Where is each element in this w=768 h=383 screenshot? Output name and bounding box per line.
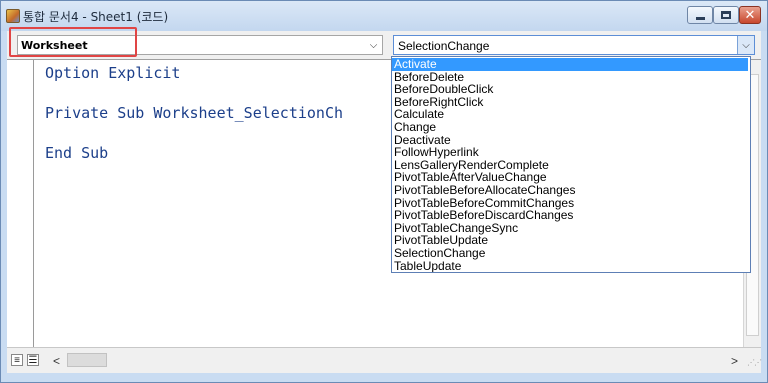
dropdown-item[interactable]: Calculate <box>392 108 748 121</box>
vba-module-icon <box>6 9 20 23</box>
chevron-down-icon[interactable]: ⌵ <box>365 36 382 54</box>
procedure-combo[interactable]: SelectionChange ⌵ <box>393 35 755 55</box>
editor-margin[interactable] <box>7 60 34 348</box>
scroll-left-icon[interactable]: < <box>53 354 60 368</box>
resize-grip-icon[interactable]: ⋰⋰ <box>747 358 762 367</box>
chevron-down-icon[interactable]: ⌵ <box>737 36 754 54</box>
dropdown-item[interactable]: TableUpdate <box>392 259 748 272</box>
minimize-icon <box>695 16 705 20</box>
editor-bottom-bar: ≡ ☰ < > ⋰⋰ <box>7 347 762 373</box>
dropdown-item[interactable]: SelectionChange <box>392 247 748 260</box>
scroll-right-icon[interactable]: > <box>731 354 738 368</box>
full-module-view-icon[interactable]: ☰ <box>27 354 39 366</box>
close-button[interactable]: ✕ <box>739 6 761 24</box>
code-line-sub-declaration[interactable]: Private Sub Worksheet_SelectionCh <box>45 104 343 122</box>
dropdown-item[interactable]: BeforeRightClick <box>392 96 748 109</box>
dropdown-item[interactable]: Change <box>392 121 748 134</box>
dropdown-scrollbar[interactable] <box>748 57 750 272</box>
procedure-view-icon[interactable]: ≡ <box>11 354 23 366</box>
maximize-icon <box>721 11 731 19</box>
vba-code-window: 통합 문서4 - Sheet1 (코드) ✕ Worksheet ⌵ Selec… <box>0 0 768 383</box>
code-line-end-sub[interactable]: End Sub <box>45 144 108 162</box>
window-title: 통합 문서4 - Sheet1 (코드) <box>23 10 169 24</box>
maximize-button[interactable] <box>713 6 739 24</box>
procedure-dropdown-list[interactable]: Activate BeforeDelete BeforeDoubleClick Bef… <box>391 56 751 273</box>
dropdown-item[interactable]: Activate <box>392 58 748 71</box>
dropdown-item[interactable]: BeforeDoubleClick <box>392 83 748 96</box>
code-line-option-explicit[interactable]: Option Explicit <box>45 64 180 82</box>
dropdown-item[interactable]: PivotTableBeforeAllocateChanges <box>392 184 748 197</box>
close-icon: ✕ <box>744 7 756 23</box>
dropdown-item[interactable]: PivotTableBeforeDiscardChanges <box>392 209 748 222</box>
horizontal-scroll-thumb[interactable] <box>67 353 107 367</box>
minimize-button[interactable] <box>687 6 713 24</box>
procedure-combo-value: SelectionChange <box>398 39 490 53</box>
dropdown-item[interactable]: FollowHyperlink <box>392 146 748 159</box>
annotation-highlight-box <box>9 27 137 57</box>
